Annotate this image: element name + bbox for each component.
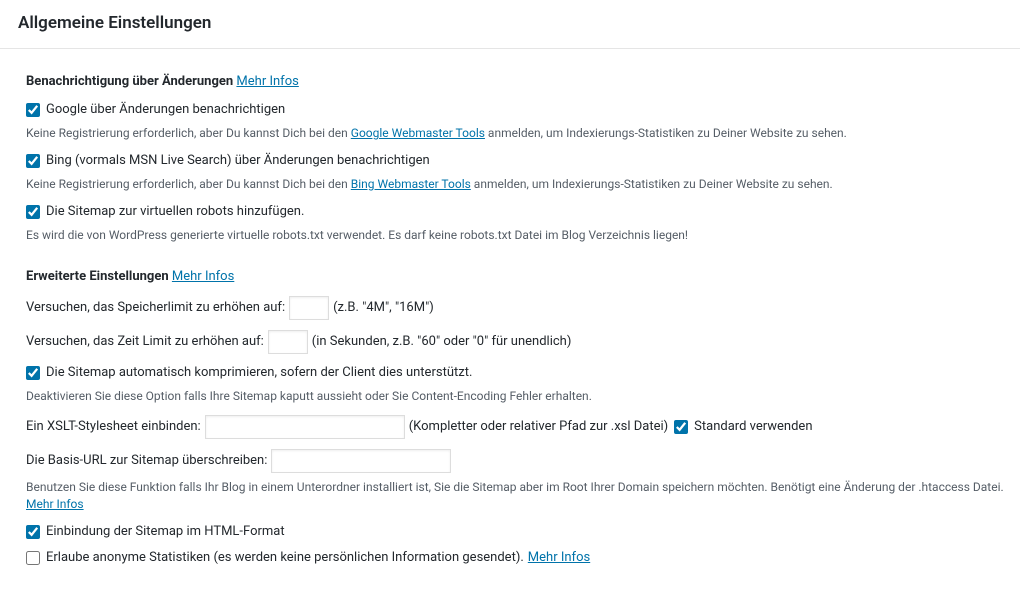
notify-bing-checkbox[interactable]: [26, 154, 40, 168]
stats-text: Erlaube anonyme Statistiken (es werden k…: [46, 549, 524, 567]
page-title: Allgemeine Einstellungen: [0, 0, 1020, 49]
notify-robots-desc: Es wird die von WordPress generierte vir…: [26, 227, 1020, 244]
mem-input[interactable]: [289, 296, 329, 320]
notify-header: Benachrichtigung über Änderungen Mehr In…: [26, 73, 1020, 91]
notify-header-text: Benachrichtigung über Änderungen: [26, 74, 233, 89]
notify-more-link[interactable]: Mehr Infos: [236, 74, 298, 89]
baseurl-input[interactable]: [271, 449, 451, 473]
stats-checkbox[interactable]: [26, 551, 40, 565]
xslt-default-label[interactable]: Standard verwenden: [674, 418, 812, 436]
advanced-header: Erweiterte Einstellungen Mehr Infos: [26, 268, 1020, 286]
notify-robots-text: Die Sitemap zur virtuellen robots hinzuf…: [46, 203, 304, 221]
time-input[interactable]: [268, 330, 308, 354]
notify-google-checkbox[interactable]: [26, 103, 40, 117]
gzip-desc: Deaktivieren Sie diese Option falls Ihre…: [26, 388, 1020, 405]
gzip-label[interactable]: Die Sitemap automatisch komprimieren, so…: [26, 364, 472, 382]
notify-bing-desc: Keine Registrierung erforderlich, aber D…: [26, 176, 1020, 193]
notify-robots-label[interactable]: Die Sitemap zur virtuellen robots hinzuf…: [26, 203, 304, 221]
baseurl-more-link[interactable]: Mehr Infos: [26, 497, 84, 511]
time-label: Versuchen, das Zeit Limit zu erhöhen auf…: [26, 333, 264, 351]
notify-bing-text: Bing (vormals MSN Live Search) über Ände…: [46, 152, 430, 170]
html-checkbox[interactable]: [26, 525, 40, 539]
mem-label: Versuchen, das Speicherlimit zu erhöhen …: [26, 299, 285, 317]
baseurl-label: Die Basis-URL zur Sitemap überschreiben:: [26, 452, 267, 470]
notify-google-desc: Keine Registrierung erforderlich, aber D…: [26, 125, 1020, 142]
stats-label[interactable]: Erlaube anonyme Statistiken (es werden k…: [26, 549, 524, 567]
gzip-checkbox[interactable]: [26, 366, 40, 380]
google-webmaster-link[interactable]: Google Webmaster Tools: [351, 126, 485, 140]
notify-bing-label[interactable]: Bing (vormals MSN Live Search) über Ände…: [26, 152, 430, 170]
stats-more-link[interactable]: Mehr Infos: [528, 549, 590, 567]
xslt-hint: (Kompletter oder relativer Pfad zur .xsl…: [409, 418, 668, 436]
xslt-default-text: Standard verwenden: [694, 418, 812, 436]
xslt-input[interactable]: [205, 415, 405, 439]
html-label[interactable]: Einbindung der Sitemap im HTML-Format: [26, 523, 285, 541]
html-text: Einbindung der Sitemap im HTML-Format: [46, 523, 285, 541]
notify-google-label[interactable]: Google über Änderungen benachrichtigen: [26, 101, 285, 119]
advanced-more-link[interactable]: Mehr Infos: [172, 269, 234, 284]
mem-hint: (z.B. "4M", "16M"): [333, 299, 434, 317]
advanced-header-text: Erweiterte Einstellungen: [26, 269, 169, 284]
notify-google-text: Google über Änderungen benachrichtigen: [46, 101, 285, 119]
notify-robots-checkbox[interactable]: [26, 205, 40, 219]
bing-webmaster-link[interactable]: Bing Webmaster Tools: [351, 177, 471, 191]
baseurl-desc: Benutzen Sie diese Funktion falls Ihr Bl…: [26, 479, 1020, 513]
gzip-text: Die Sitemap automatisch komprimieren, so…: [46, 364, 472, 382]
time-hint: (in Sekunden, z.B. "60" oder "0" für une…: [312, 333, 572, 351]
xslt-label: Ein XSLT-Stylesheet einbinden:: [26, 418, 201, 436]
xslt-default-checkbox[interactable]: [674, 420, 688, 434]
